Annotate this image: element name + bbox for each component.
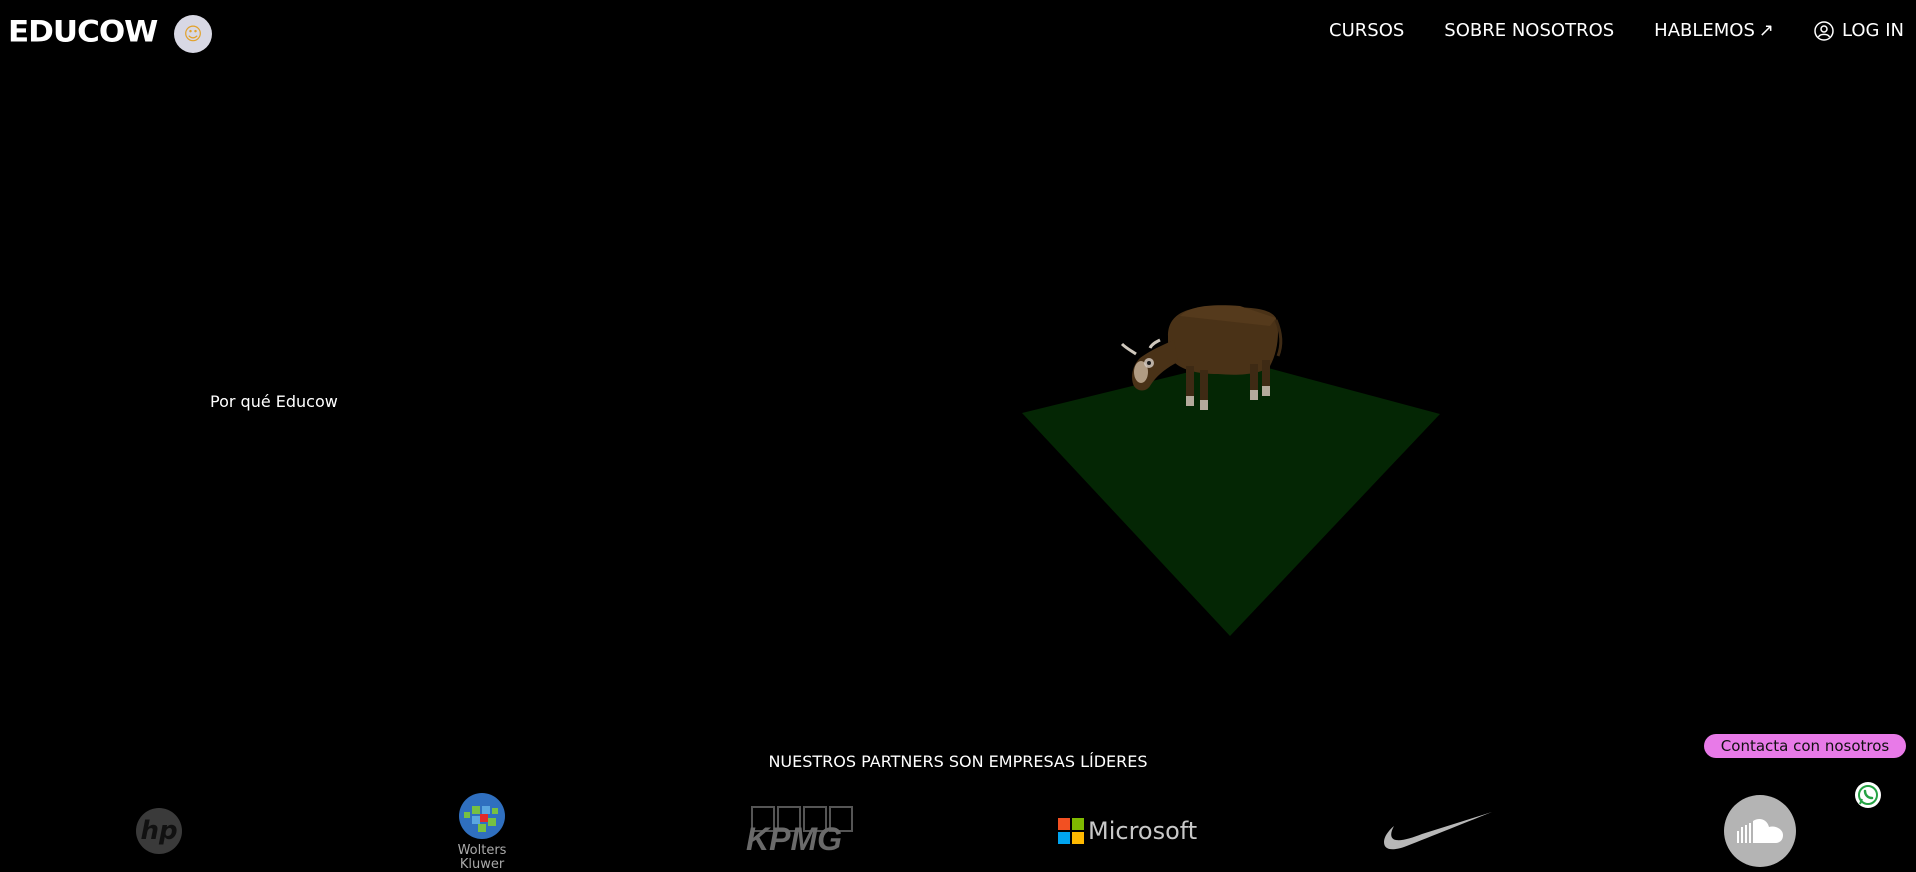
grass-plane xyxy=(1022,360,1440,636)
wolters-kluwer-text-1: Wolters xyxy=(457,843,507,858)
microsoft-windows-icon xyxy=(1058,818,1084,844)
nike-logo xyxy=(1382,810,1494,856)
kpmg-logo-graphic: KPMG xyxy=(746,806,853,857)
partners-title: NUESTROS PARTNERS SON EMPRESAS LÍDERES xyxy=(768,752,1148,771)
microsoft-logo: Microsoft xyxy=(1058,817,1197,845)
hp-logo: hp xyxy=(136,808,182,854)
whatsapp-icon[interactable] xyxy=(1855,782,1881,808)
kpmg-logo-text: KPMG xyxy=(746,821,842,855)
hp-logo-text: hp xyxy=(140,816,178,846)
whatsapp-glyph-icon xyxy=(1858,785,1878,805)
wolters-kluwer-mark-icon xyxy=(459,793,505,839)
nike-swoosh-icon xyxy=(1384,812,1492,850)
wolters-kluwer-logo: Wolters Kluwer xyxy=(452,792,512,872)
microsoft-logo-text: Microsoft xyxy=(1088,817,1198,845)
hero-3d-scene[interactable] xyxy=(0,0,1916,700)
soundcloud-logo xyxy=(1724,795,1796,867)
soundcloud-cloud-icon xyxy=(1737,819,1783,843)
contact-us-button[interactable]: Contacta con nosotros xyxy=(1704,734,1906,758)
kpmg-logo: KPMG xyxy=(744,805,860,859)
wolters-kluwer-text-2: Kluwer xyxy=(459,857,505,872)
